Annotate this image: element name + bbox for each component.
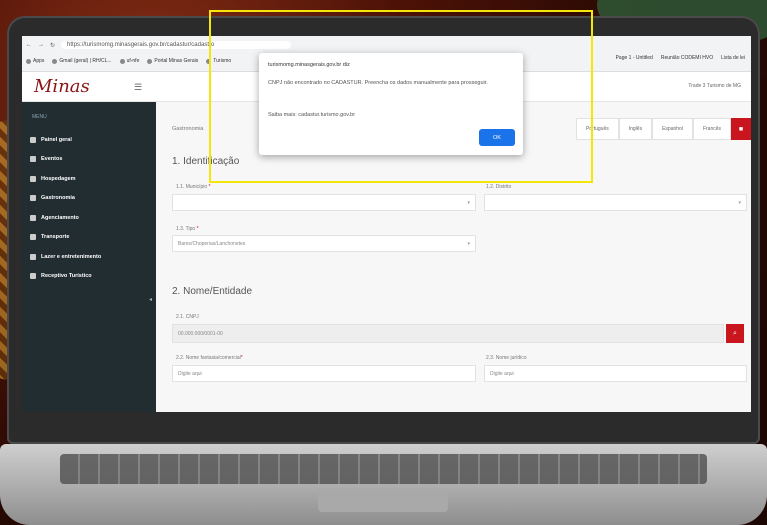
bookmark-item[interactable]: uf-nfe xyxy=(119,55,139,67)
leisure-icon xyxy=(30,253,36,260)
calendar-icon xyxy=(30,156,36,163)
nome-juridico-label: 2.3. Nome jurídico xyxy=(486,355,527,361)
municipio-label: 1.1. Município * xyxy=(176,184,211,190)
bookmark-item[interactable]: Page 1 - Untitled xyxy=(616,55,653,61)
cnpj-field[interactable]: 00.000.000/0001-00 xyxy=(172,324,724,343)
municipio-select[interactable]: ▾ xyxy=(172,194,476,211)
required-mark: * xyxy=(196,226,199,232)
sidebar-item-eventos[interactable]: Eventos xyxy=(30,150,101,170)
bed-icon xyxy=(30,175,36,182)
chevron-down-icon: ▾ xyxy=(738,199,741,206)
tab-espanhol[interactable]: Espanhol xyxy=(652,118,693,140)
sidebar-item-receptivo[interactable]: Receptivo Turístico xyxy=(30,267,101,287)
bookmarks-bar: Apps Gmail (geral) | RH/CL... uf-nfe Por… xyxy=(26,55,231,67)
sidebar-menu: Painel geral Eventos Hospedagem Gastrono… xyxy=(30,130,101,286)
bookmark-item[interactable]: Portal Minas Gerais xyxy=(147,55,198,67)
bookmark-item[interactable]: Lista de lei xyxy=(721,55,745,61)
bus-icon xyxy=(30,234,36,241)
nome-juridico-input[interactable]: Digite aqui xyxy=(484,365,747,382)
save-icon[interactable]: ■ xyxy=(731,118,751,140)
menu-toggle-icon[interactable]: ☰ xyxy=(134,82,142,93)
sidebar-item-agenciamento[interactable]: Agenciamento xyxy=(30,208,101,228)
sidebar-heading: MENU xyxy=(32,114,47,120)
map-icon xyxy=(30,273,36,280)
bookmark-icon xyxy=(26,58,31,64)
highlight-box xyxy=(209,10,593,183)
sidebar-item-painel-geral[interactable]: Painel geral xyxy=(30,130,101,150)
bookmark-item[interactable]: Gmail (geral) | RH/CL... xyxy=(52,55,112,67)
tab-ingles[interactable]: Inglês xyxy=(618,118,653,140)
sidebar-item-lazer[interactable]: Lazer e entretenimento xyxy=(30,247,101,267)
laptop-trackpad xyxy=(318,492,448,512)
back-icon[interactable]: ← xyxy=(26,42,32,48)
bookmark-item[interactable]: Reunião CODEMI HVO xyxy=(661,55,713,61)
required-mark: * xyxy=(240,355,243,361)
search-cnpj-button[interactable]: ⌕ xyxy=(726,324,744,343)
forward-icon[interactable]: → xyxy=(38,42,44,48)
chevron-down-icon: ▾ xyxy=(467,199,470,206)
distrito-select[interactable]: ▾ xyxy=(484,194,747,211)
bookmark-icon xyxy=(119,58,125,64)
bookmarks-bar-right: Page 1 - Untitled Reunião CODEMI HVO Lis… xyxy=(616,55,745,61)
distrito-label: 1.2. Distrito xyxy=(486,184,512,190)
sidebar-item-transporte[interactable]: Transporte xyxy=(30,228,101,248)
language-tabs: Português Inglês Espanhol Francês ■ xyxy=(575,118,751,140)
tipo-label: 1.3. Tipo * xyxy=(176,226,199,232)
search-icon: ⌕ xyxy=(733,329,737,337)
tab-frances[interactable]: Francês xyxy=(692,118,731,140)
tipo-select[interactable]: Bares/Choperias/Lanchonetes ▾ xyxy=(172,235,476,252)
collapse-sidebar-icon[interactable]: ◂ xyxy=(149,296,152,303)
cutlery-icon xyxy=(30,195,36,202)
bookmark-icon xyxy=(147,58,153,64)
sidebar-item-hospedagem[interactable]: Hospedagem xyxy=(30,169,101,189)
minas-logo: Minas xyxy=(34,76,90,97)
bookmark-item[interactable]: Apps xyxy=(26,55,44,67)
breadcrumb: Gastronomia xyxy=(172,126,204,132)
dashboard-icon xyxy=(30,136,36,143)
chevron-down-icon: ▾ xyxy=(467,240,470,247)
user-name[interactable]: Trade 3 Turismo de MG xyxy=(688,83,741,89)
reload-icon[interactable]: ↻ xyxy=(50,42,55,49)
nome-fantasia-input[interactable]: Digite aqui xyxy=(172,365,476,382)
briefcase-icon xyxy=(30,214,36,221)
bookmark-icon xyxy=(52,58,58,64)
sidebar: MENU Painel geral Eventos Hospedagem Gas… xyxy=(22,102,156,412)
cnpj-label: 2.1. CNPJ xyxy=(176,314,199,320)
nome-fantasia-label: 2.2. Nome fantasia/comercial* xyxy=(176,355,243,361)
laptop-keyboard xyxy=(60,454,707,484)
sidebar-item-gastronomia[interactable]: Gastronomia xyxy=(30,189,101,209)
required-mark: * xyxy=(208,184,211,190)
section-nome-entidade: 2. Nome/Entidade xyxy=(172,286,253,297)
